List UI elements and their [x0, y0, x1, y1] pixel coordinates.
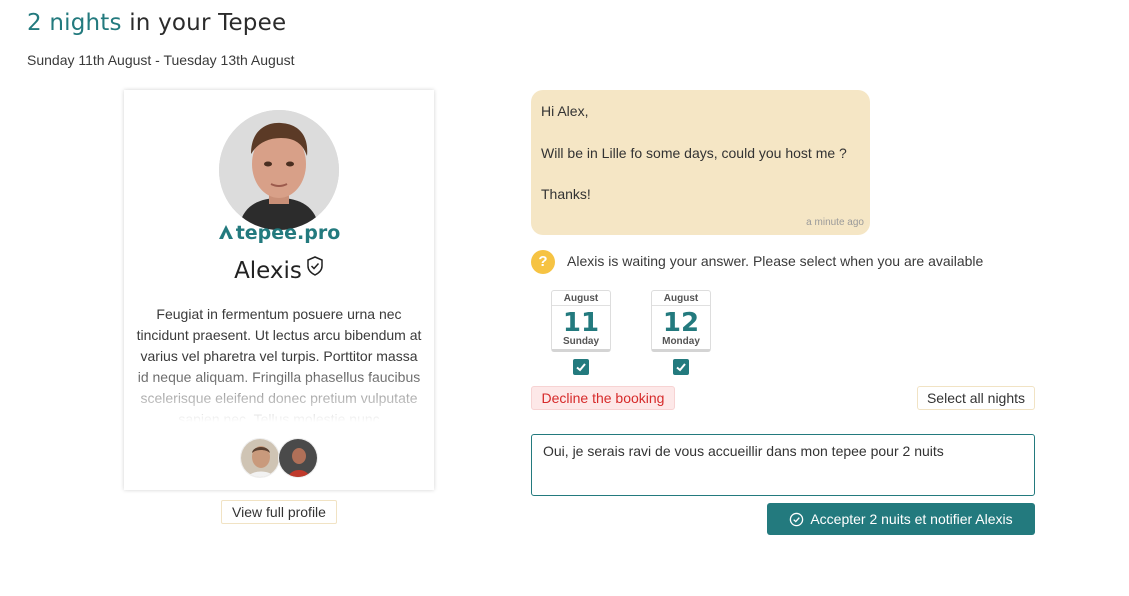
calendar-day-number: 11 [562, 308, 600, 338]
night-calendar-day[interactable]: August 12 Monday [651, 290, 711, 352]
calendar-weekday: Monday [662, 336, 700, 347]
stay-dates: Sunday 11th August - Tuesday 13th August [27, 52, 295, 68]
checkmark-icon [676, 363, 686, 372]
page-title: 2 nights in your Tepee [27, 10, 286, 36]
title-rest: in your Tepee [121, 10, 287, 36]
guest-message-bubble: Hi Alex, Will be in Lille fo some days, … [531, 90, 870, 235]
message-body: Will be in Lille fo some days, could you… [541, 144, 847, 161]
night-checkbox[interactable] [673, 359, 689, 375]
decline-booking-button[interactable]: Decline the booking [531, 386, 675, 410]
check-circle-icon [790, 512, 804, 527]
message-closing: Thanks! [541, 186, 591, 203]
calendar-weekday: Sunday [562, 336, 600, 347]
calendar-month: August [552, 291, 610, 306]
accept-label: Accepter 2 nuits et notifier Alexis [810, 511, 1013, 527]
night-calendar-day[interactable]: August 11 Sunday [551, 290, 611, 352]
friends-avatars [124, 438, 434, 478]
tepee-logo-icon [218, 225, 233, 239]
host-profile-card: tepee.pro Alexis Feugiat in fermentum po… [124, 90, 434, 490]
calendar-month: August [652, 291, 710, 306]
message-greeting: Hi Alex, [541, 103, 589, 119]
night-checkbox[interactable] [573, 359, 589, 375]
verified-shield-icon [307, 256, 323, 276]
calendar-day-number: 12 [662, 308, 700, 338]
brand-name: tepee.pro [235, 222, 341, 244]
checkmark-icon [576, 363, 586, 372]
view-full-profile-button[interactable]: View full profile [221, 500, 337, 524]
accept-and-notify-button[interactable]: Accepter 2 nuits et notifier Alexis [767, 503, 1035, 535]
host-name: Alexis [234, 258, 302, 284]
host-name-row: Alexis [124, 256, 434, 284]
friend-avatar[interactable] [240, 438, 280, 478]
nights-count: 2 nights [27, 10, 122, 36]
question-icon: ? [531, 250, 555, 274]
select-all-nights-button[interactable]: Select all nights [917, 386, 1035, 410]
brand-logo: tepee.pro [124, 222, 434, 244]
friend-avatar[interactable] [278, 438, 318, 478]
host-bio: Feugiat in fermentum posuere urna nec ti… [136, 306, 422, 422]
reply-message-input[interactable]: Oui, je serais ravi de vous accueillir d… [531, 434, 1035, 496]
message-timestamp: a minute ago [806, 217, 864, 228]
avatar [219, 110, 339, 230]
waiting-text: Alexis is waiting your answer. Please se… [567, 253, 984, 269]
